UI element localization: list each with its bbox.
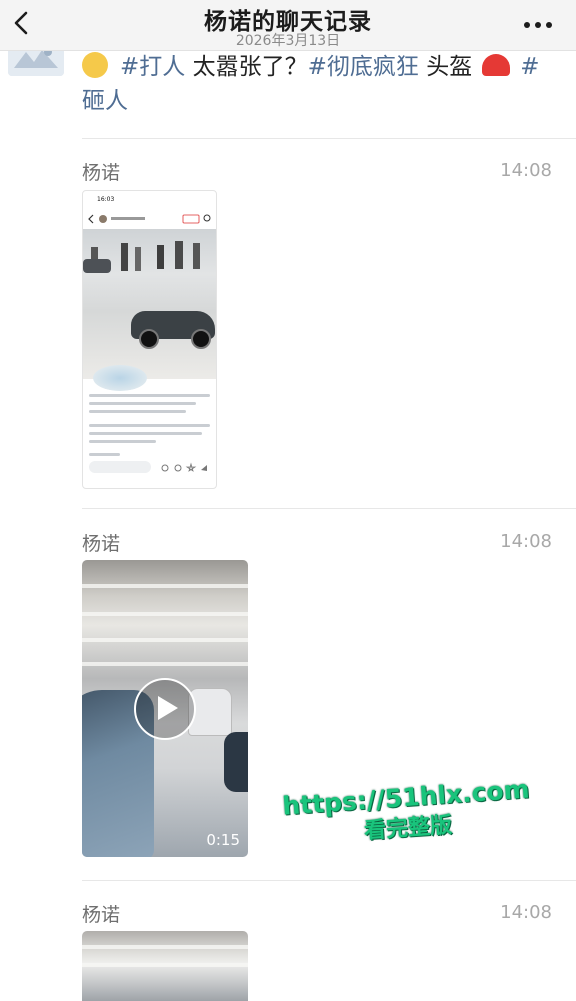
divider — [82, 508, 576, 509]
message-text: #打人 太嚣张了？#彻底疯狂 头盔 # 砸人 — [82, 50, 552, 118]
screenshot-nav-bar — [88, 214, 211, 224]
text-line — [89, 424, 210, 427]
ceiling-light — [82, 584, 248, 588]
text-line — [89, 402, 196, 405]
helmet-emoji-icon — [482, 54, 511, 76]
top-bar: 杨诺的聊天记录 2026年3月13日 — [0, 0, 576, 51]
video-message[interactable] — [82, 931, 248, 1001]
text-line — [89, 410, 186, 413]
message-time: 14:08 — [500, 160, 552, 181]
ceiling-light — [82, 638, 248, 642]
ceiling-light — [82, 662, 248, 666]
wheel-shape — [191, 329, 211, 349]
sender-name: 杨诺 — [82, 533, 121, 555]
message-fragment: 太嚣张了？ — [192, 54, 308, 80]
message-fragment: 头盔 — [426, 54, 473, 80]
floor-logo — [93, 365, 147, 391]
video-message[interactable]: 0:15 — [82, 560, 248, 857]
text-line — [89, 440, 156, 443]
comment-box — [89, 461, 151, 473]
screenshot-photo — [83, 229, 216, 391]
more-dots-icon[interactable] — [522, 14, 554, 36]
watermark: https://51hlx.com 看完整版 — [270, 773, 544, 854]
text-line — [89, 453, 120, 456]
hashtag-link[interactable]: #打人 — [120, 54, 185, 80]
wheel-shape — [139, 329, 159, 349]
divider — [82, 138, 576, 139]
text-line — [89, 394, 210, 397]
image-message[interactable]: 16:03 — [82, 190, 217, 489]
divider — [82, 880, 576, 881]
text-line — [89, 432, 202, 435]
video-duration: 0:15 — [206, 831, 240, 849]
hashtag-link[interactable]: 砸人 — [82, 88, 128, 114]
sad-face-emoji-icon — [82, 52, 108, 78]
sender-name: 杨诺 — [82, 162, 121, 184]
car-shape — [224, 732, 248, 792]
ceiling-light — [82, 612, 248, 616]
page-subtitle: 2026年3月13日 — [235, 33, 341, 49]
sender-name: 杨诺 — [82, 904, 121, 926]
screenshot-status-time: 16:03 — [97, 196, 115, 203]
people-silhouettes — [83, 241, 200, 273]
ceiling-light — [82, 945, 248, 949]
hashtag-link[interactable]: # — [520, 54, 539, 80]
action-icons — [161, 462, 207, 472]
hashtag-link[interactable]: #彻底疯狂 — [308, 54, 419, 80]
message-time: 14:08 — [500, 531, 552, 552]
message-time: 14:08 — [500, 902, 552, 923]
play-icon[interactable] — [134, 678, 196, 740]
ceiling-light — [82, 963, 248, 967]
